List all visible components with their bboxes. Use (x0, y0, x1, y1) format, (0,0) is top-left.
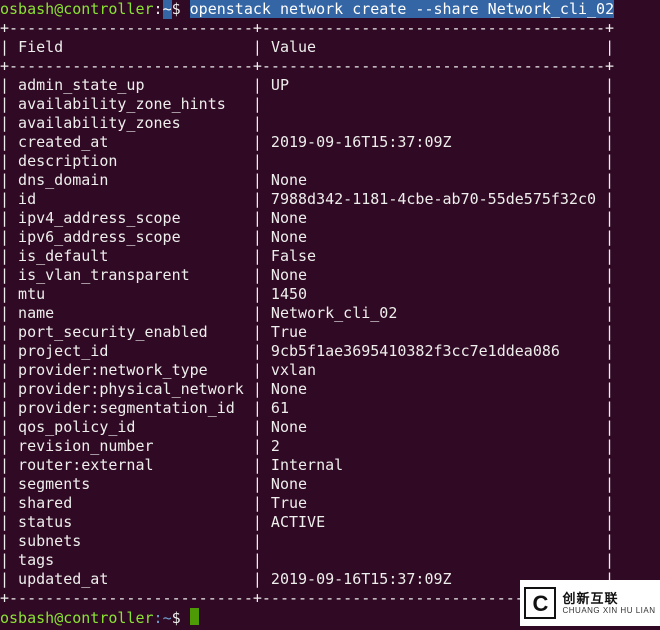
prompt-dollar: $ (172, 0, 190, 18)
prompt-path: ~ (163, 0, 172, 19)
terminal-output[interactable]: osbash@controller:~$ openstack network c… (0, 0, 660, 628)
header-value: Value (271, 38, 316, 56)
at-sign: @ (54, 0, 63, 18)
watermark-c-icon: C (524, 587, 556, 619)
watermark-pinyin: CHUANG XIN HU LIAN (562, 607, 655, 615)
prompt-user: osbash (0, 0, 54, 18)
prompt-path: ~ (163, 609, 172, 627)
table-border-top: +---------------------------+-----------… (0, 19, 614, 37)
table-rows: | admin_state_up | UP | | availability_z… (0, 76, 614, 588)
prompt-host: controller (63, 609, 153, 627)
cursor-block (190, 608, 199, 625)
watermark-logo: C 创新互联 CHUANG XIN HU LIAN (520, 580, 660, 626)
prompt-line-1: osbash@controller:~$ openstack network c… (0, 0, 614, 18)
path-sep: : (154, 0, 163, 18)
path-sep: : (154, 609, 163, 627)
prompt-user: osbash (0, 609, 54, 627)
table-border-mid: +---------------------------+-----------… (0, 57, 614, 75)
at-sign: @ (54, 609, 63, 627)
prompt-line-2: osbash@controller:~$ (0, 609, 199, 627)
command-text: openstack network create --share Network… (190, 0, 614, 18)
header-field: Field (18, 38, 63, 56)
prompt-host: controller (63, 0, 153, 18)
prompt-dollar: $ (172, 609, 190, 627)
table-header-row: | Field | Value | (0, 38, 614, 56)
watermark-cn-text: 创新互联 (562, 592, 655, 605)
